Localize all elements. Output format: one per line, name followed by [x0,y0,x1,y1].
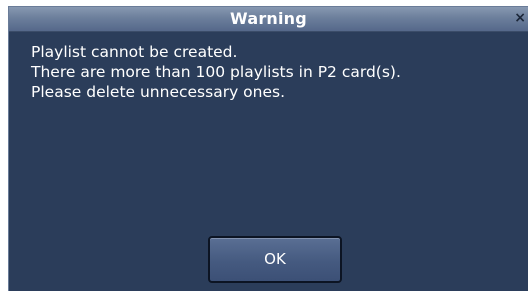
dialog-titlebar: Warning × [9,7,528,32]
message-line-3: Please delete unnecessary ones. [31,83,286,101]
close-icon[interactable]: × [514,10,526,26]
message-line-1: Playlist cannot be created. [31,43,238,61]
dialog-title: Warning [230,9,307,28]
message-line-2: There are more than 100 playlists in P2 … [31,63,401,81]
warning-message: Playlist cannot be created. There are mo… [31,42,521,102]
ok-button[interactable]: OK [208,236,342,283]
warning-dialog: Warning × Playlist cannot be created. Th… [8,6,528,291]
